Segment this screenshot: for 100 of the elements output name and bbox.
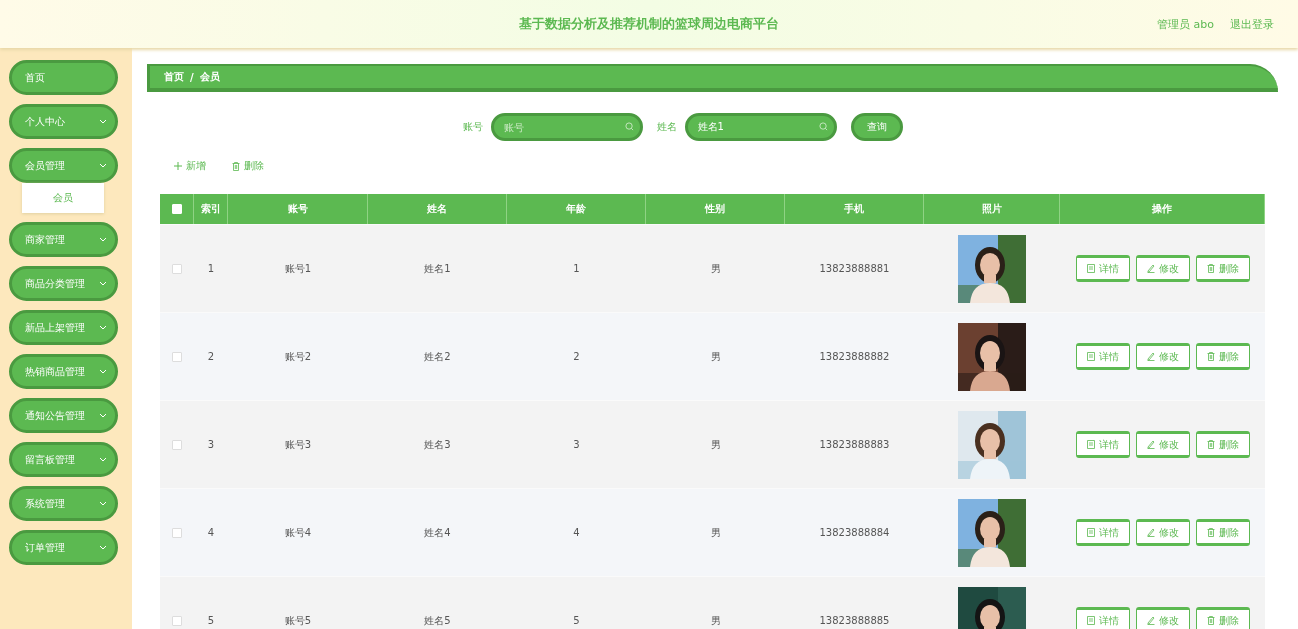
delete-button[interactable]: 删除 [230, 155, 266, 177]
detail-button[interactable]: 详情 [1075, 343, 1130, 370]
row-checkbox[interactable] [172, 263, 182, 274]
trash-icon [232, 161, 240, 171]
delete-button[interactable]: 删除 [1195, 607, 1250, 629]
sidebar-item[interactable]: 通知公告管理 [9, 398, 118, 433]
sidebar-item[interactable]: 留言板管理 [9, 442, 118, 477]
edit-button[interactable]: 修改 [1135, 607, 1190, 629]
trash-icon [1206, 616, 1215, 625]
delete-button[interactable]: 删除 [1195, 255, 1250, 282]
sidebar-item[interactable]: 热销商品管理 [9, 354, 118, 389]
document-icon [1086, 352, 1095, 361]
detail-button[interactable]: 详情 [1075, 255, 1130, 282]
column-header: 年龄 [507, 194, 646, 224]
table-cell: 姓名1 [424, 261, 451, 276]
document-icon [1086, 528, 1095, 537]
row-checkbox[interactable] [172, 615, 182, 626]
chevron-down-icon [99, 368, 107, 375]
chevron-down-icon [99, 456, 107, 463]
pencil-icon [1146, 352, 1155, 361]
edit-button[interactable]: 修改 [1135, 431, 1190, 458]
delete-button[interactable]: 删除 [1195, 343, 1250, 370]
table-cell: 账号5 [284, 613, 312, 628]
row-checkbox[interactable] [172, 351, 182, 362]
table-cell: 账号1 [284, 261, 312, 276]
table-cell: 男 [710, 261, 721, 276]
search-field[interactable]: 账号 [490, 113, 643, 141]
add-button[interactable]: 新增 [172, 155, 208, 177]
sidebar-subitem[interactable]: 会员 [22, 183, 104, 213]
delete-button[interactable]: 删除 [1195, 431, 1250, 458]
site-title: 基于数据分析及推荐机制的篮球周边电商平台 [519, 15, 779, 33]
edit-button[interactable]: 修改 [1135, 519, 1190, 546]
row-checkbox[interactable] [172, 439, 182, 450]
column-header: 操作 [1060, 194, 1265, 224]
column-header: 性别 [646, 194, 785, 224]
sidebar-item[interactable]: 商家管理 [9, 222, 118, 257]
table-cell: 男 [710, 613, 721, 628]
detail-button[interactable]: 详情 [1075, 519, 1130, 546]
table-cell: 13823888885 [819, 615, 890, 626]
edit-button[interactable]: 修改 [1135, 255, 1190, 282]
search-icon [818, 122, 828, 131]
table-cell: 姓名3 [424, 437, 451, 452]
breadcrumb-separator: / [190, 71, 194, 83]
sidebar-item[interactable]: 商品分类管理 [9, 266, 118, 301]
trash-icon [1206, 352, 1215, 361]
table-cell: 4 [573, 527, 580, 538]
chevron-down-icon [99, 500, 107, 507]
chevron-down-icon [99, 162, 107, 169]
table-cell: 姓名4 [424, 525, 451, 540]
breadcrumb-item[interactable]: 会员 [199, 70, 220, 84]
column-header: 索引 [194, 194, 228, 224]
sidebar-item[interactable]: 个人中心 [9, 104, 118, 139]
sidebar-item[interactable]: 系统管理 [9, 486, 118, 521]
edit-button[interactable]: 修改 [1135, 343, 1190, 370]
plus-icon [174, 162, 182, 170]
document-icon [1086, 264, 1095, 273]
pencil-icon [1146, 528, 1155, 537]
logout-link[interactable]: 退出登录 [1230, 16, 1274, 32]
table-cell: 3 [573, 439, 580, 450]
chevron-down-icon [99, 412, 107, 419]
pencil-icon [1146, 616, 1155, 625]
table-cell: 3 [207, 439, 215, 450]
field-label: 姓名 [656, 120, 677, 134]
table-cell: 男 [710, 349, 721, 364]
field-label: 账号 [462, 120, 483, 134]
breadcrumb-item[interactable]: 首页 [164, 70, 184, 84]
column-header: 手机 [785, 194, 924, 224]
table-cell: 男 [710, 525, 721, 540]
detail-button[interactable]: 详情 [1075, 607, 1130, 629]
table-cell: 账号3 [284, 437, 312, 452]
column-header: 姓名 [368, 194, 507, 224]
document-icon [1086, 440, 1095, 449]
sidebar-item[interactable]: 订单管理 [9, 530, 118, 565]
table-cell: 2 [573, 351, 580, 362]
table-cell: 账号4 [284, 525, 312, 540]
table-cell: 姓名5 [424, 613, 451, 628]
user-name: 管理员 abo [1157, 16, 1214, 32]
detail-button[interactable]: 详情 [1075, 431, 1130, 458]
table-cell: 2 [207, 351, 215, 362]
search-field[interactable]: 姓名1 [684, 113, 837, 141]
table-cell: 1 [573, 263, 580, 274]
chevron-down-icon [99, 280, 107, 287]
sidebar-item[interactable]: 新品上架管理 [9, 310, 118, 345]
table-cell: 5 [573, 615, 580, 626]
query-button[interactable]: 查询 [850, 113, 903, 141]
select-all-checkbox[interactable] [171, 204, 182, 214]
table-cell: 账号2 [284, 349, 312, 364]
trash-icon [1206, 264, 1215, 273]
column-header: 账号 [228, 194, 368, 224]
chevron-down-icon [99, 544, 107, 551]
chevron-down-icon [99, 236, 107, 243]
row-checkbox[interactable] [172, 527, 182, 538]
sidebar-item[interactable]: 会员管理 [9, 148, 118, 183]
table-cell: 13823888884 [819, 527, 890, 538]
table-cell: 男 [710, 437, 721, 452]
sidebar-item[interactable]: 首页 [9, 60, 118, 95]
chevron-down-icon [99, 118, 107, 125]
table-cell: 4 [207, 527, 215, 538]
table-cell: 1 [207, 263, 215, 274]
delete-button[interactable]: 删除 [1195, 519, 1250, 546]
